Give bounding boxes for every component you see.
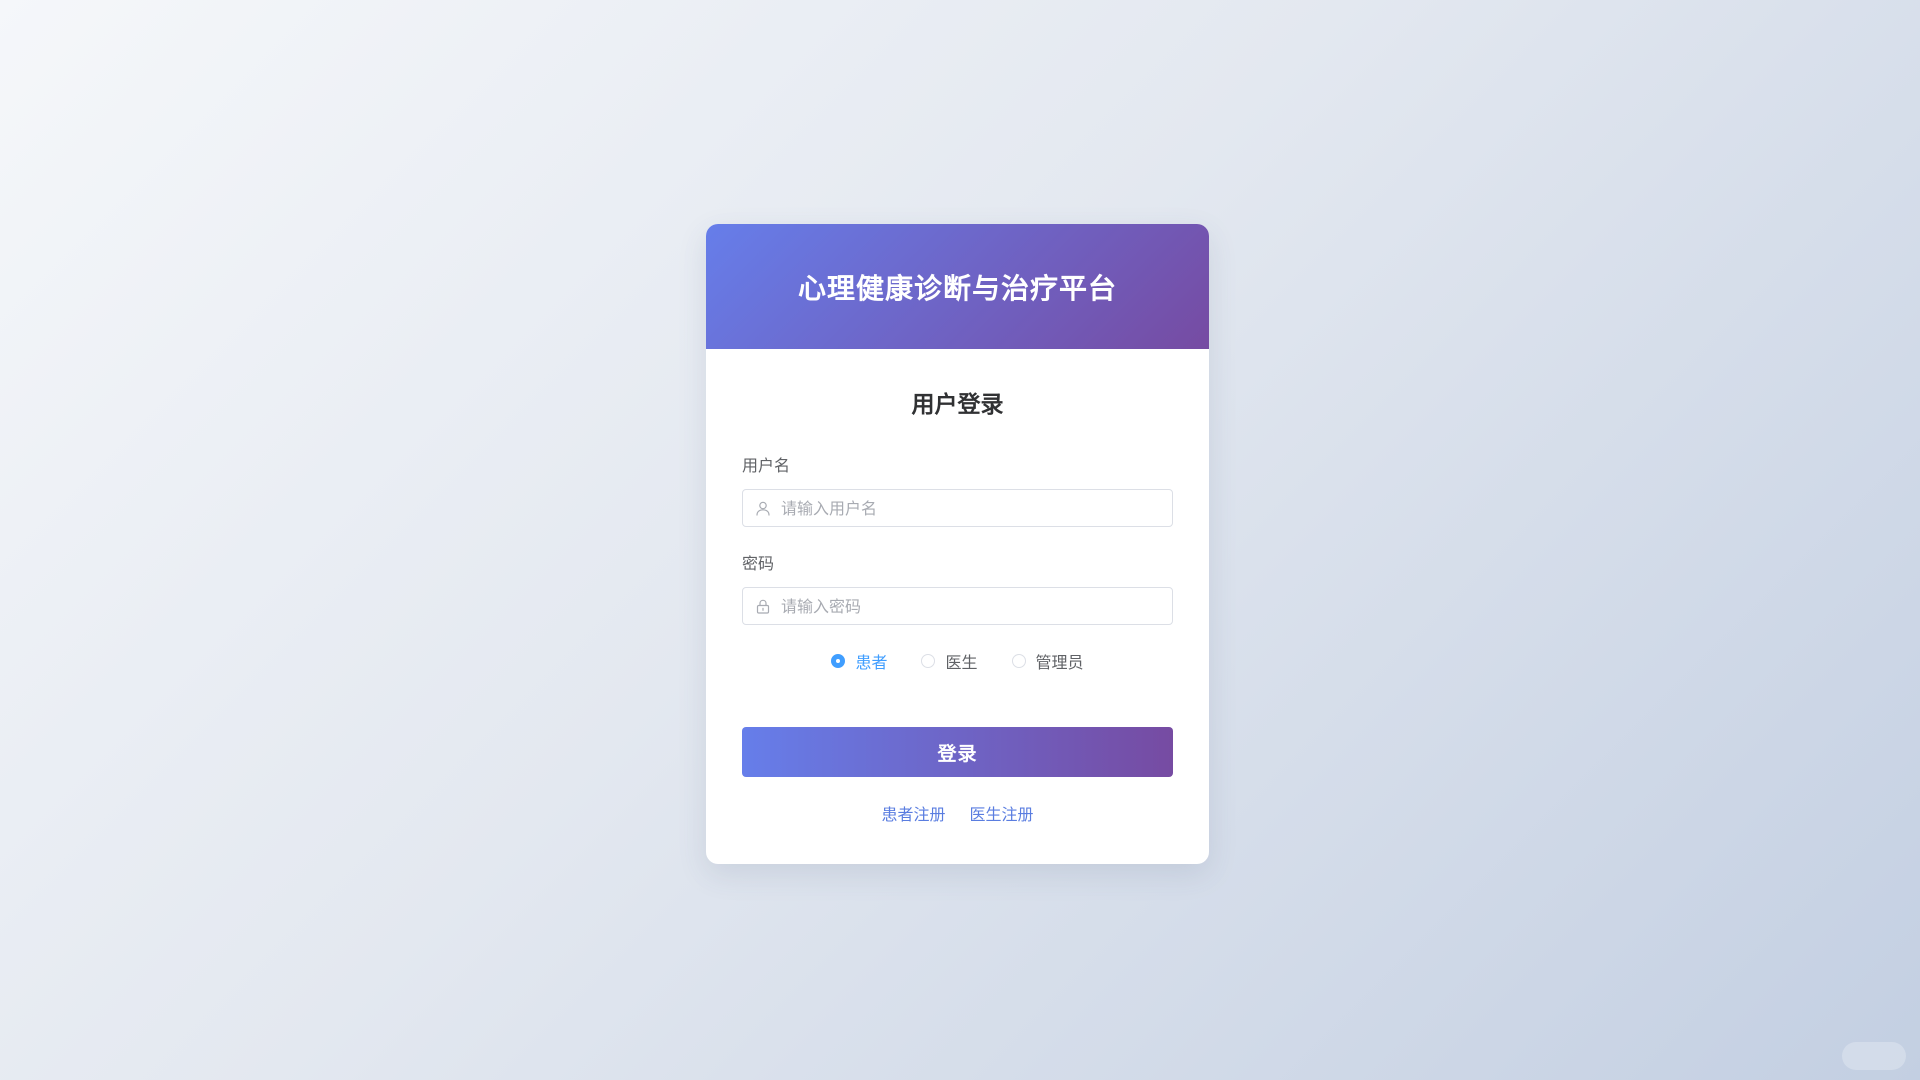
platform-title: 心理健康诊断与治疗平台: [797, 271, 1117, 305]
patient-register-link[interactable]: 患者注册: [881, 801, 945, 825]
radio-unchecked-icon[interactable]: [921, 654, 936, 668]
role-label: 医生: [945, 653, 978, 672]
radio-checked-icon[interactable]: [831, 654, 846, 668]
doctor-register-link[interactable]: 医生注册: [970, 801, 1034, 825]
register-links: 患者注册 医生注册: [742, 801, 1173, 825]
login-card: 心理健康诊断与治疗平台 用户登录 用户名 密码: [706, 224, 1209, 864]
user-icon: [755, 500, 771, 516]
username-input[interactable]: [781, 498, 1160, 518]
role-option-doctor[interactable]: 医生: [921, 649, 978, 673]
role-label: 管理员: [1035, 653, 1084, 672]
role-option-admin[interactable]: 管理员: [1011, 649, 1084, 673]
login-button[interactable]: 登录: [742, 727, 1173, 777]
password-label: 密码: [742, 554, 775, 573]
login-title: 用户登录: [911, 392, 1004, 418]
username-field[interactable]: [742, 489, 1173, 527]
password-input[interactable]: [781, 596, 1160, 616]
password-field[interactable]: [742, 587, 1173, 625]
radio-unchecked-icon[interactable]: [1011, 654, 1026, 668]
login-form: 用户登录 用户名 密码: [706, 389, 1209, 825]
role-radio-group: 患者 医生 管理员: [742, 649, 1173, 673]
lock-icon: [755, 598, 771, 614]
role-option-patient[interactable]: 患者: [831, 649, 887, 673]
corner-badge: [1842, 1042, 1906, 1070]
card-header: 心理健康诊断与治疗平台: [706, 224, 1209, 349]
username-label: 用户名: [742, 456, 791, 475]
role-label: 患者: [855, 653, 888, 672]
